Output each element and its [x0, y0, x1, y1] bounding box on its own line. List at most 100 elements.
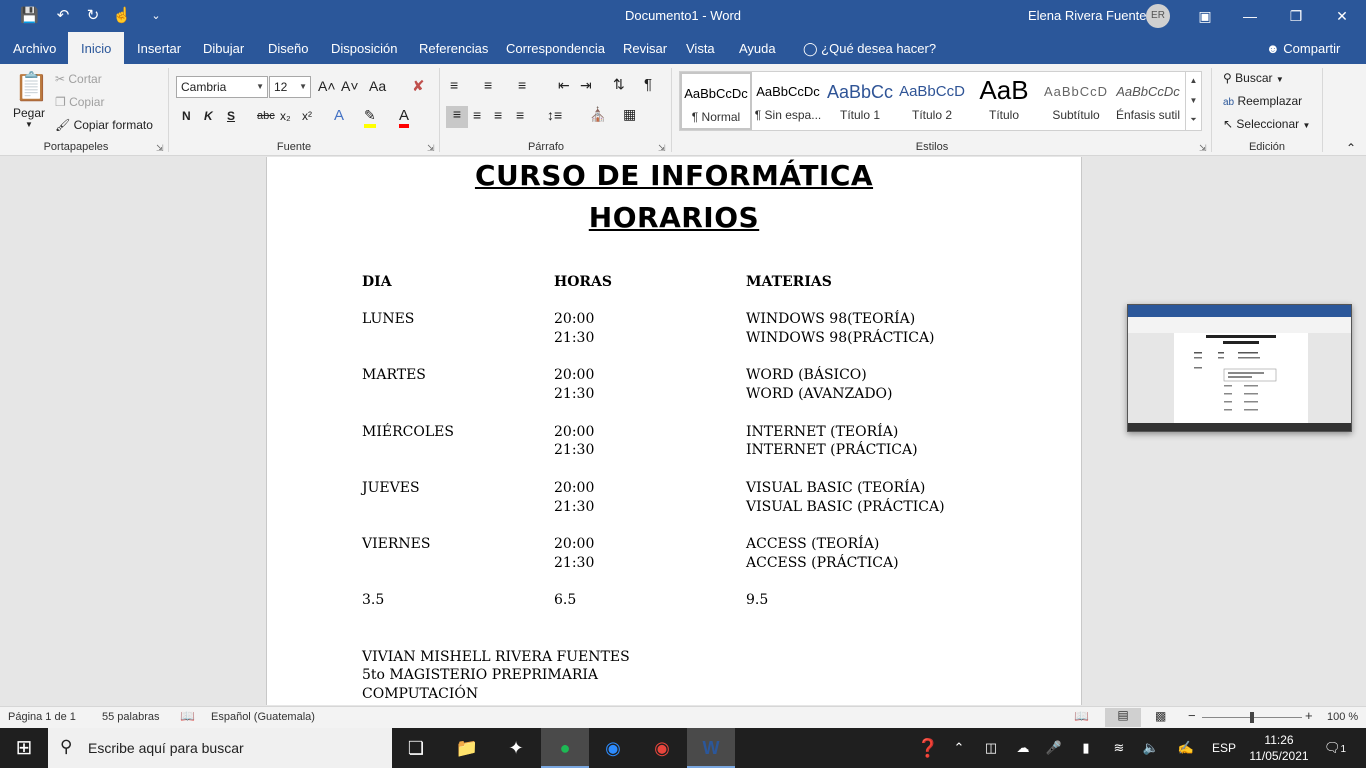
- styles-more-icon[interactable]: ⏷: [1186, 111, 1201, 129]
- bold-button[interactable]: N: [182, 109, 191, 123]
- onedrive-icon[interactable]: ☁: [1011, 728, 1035, 768]
- tab-diseno[interactable]: Diseño: [255, 32, 321, 64]
- web-layout-icon[interactable]: ▩: [1155, 709, 1166, 723]
- zoom-in-button[interactable]: +: [1305, 708, 1313, 723]
- zoom-level[interactable]: 100 %: [1327, 711, 1358, 723]
- numbering-icon[interactable]: ≡: [484, 77, 492, 93]
- tab-archivo[interactable]: Archivo: [0, 32, 69, 64]
- collapse-ribbon-icon[interactable]: ⌃: [1346, 141, 1356, 155]
- zoom-slider-thumb[interactable]: [1250, 712, 1254, 723]
- chrome-icon[interactable]: ◉: [638, 728, 686, 768]
- underline-button[interactable]: S: [227, 109, 235, 123]
- file-explorer-icon[interactable]: 📁: [443, 728, 491, 768]
- language-indicator[interactable]: Español (Guatemala): [211, 711, 315, 723]
- zoom-app-icon[interactable]: ◉: [589, 728, 637, 768]
- highlight-color-icon[interactable]: ✎: [364, 107, 376, 128]
- restore-button[interactable]: ❐: [1281, 4, 1311, 28]
- style-no-spacing[interactable]: AaBbCcDc ¶ Sin espa...: [752, 72, 824, 130]
- spotify-icon[interactable]: ●: [541, 728, 589, 768]
- document-page[interactable]: CURSO DE INFORMÁTICA HORARIOS DIA HORAS …: [266, 157, 1082, 705]
- tab-disposicion[interactable]: Disposición: [318, 32, 410, 64]
- battery-icon[interactable]: ▮: [1075, 728, 1097, 768]
- clipboard-launcher-icon[interactable]: ⇲: [156, 143, 164, 154]
- line-spacing-icon[interactable]: ↕≡: [547, 107, 562, 123]
- font-name-box[interactable]: Cambria ▼: [176, 76, 268, 98]
- bullets-icon[interactable]: ≡: [450, 77, 458, 93]
- close-button[interactable]: ✕: [1327, 4, 1357, 28]
- paste-dropdown-icon[interactable]: ▼: [25, 120, 33, 129]
- italic-button[interactable]: K: [204, 109, 213, 123]
- shrink-font-button[interactable]: A˅: [341, 78, 359, 94]
- style-heading-1[interactable]: AaBbCc Título 1: [824, 72, 896, 130]
- tab-referencias[interactable]: Referencias: [406, 32, 501, 64]
- tab-insertar[interactable]: Insertar: [124, 32, 194, 64]
- style-subtle-emphasis[interactable]: AaBbCcDc Énfasis sutil: [1112, 72, 1184, 130]
- show-marks-button[interactable]: ¶: [644, 76, 652, 93]
- word-count[interactable]: 55 palabras: [102, 711, 160, 723]
- find-button[interactable]: ⚲ Buscar ▼: [1223, 71, 1284, 85]
- device-icon[interactable]: ◫: [980, 728, 1002, 768]
- align-left-icon[interactable]: ≡: [446, 106, 468, 128]
- strikethrough-button[interactable]: abc: [257, 110, 275, 122]
- paragraph-launcher-icon[interactable]: ⇲: [658, 143, 666, 154]
- align-center-icon[interactable]: ≡: [473, 107, 481, 123]
- cut-button[interactable]: ✂ Cortar: [55, 72, 102, 86]
- input-language[interactable]: ESP: [1210, 728, 1238, 768]
- justify-icon[interactable]: ≡: [516, 107, 524, 123]
- align-right-icon[interactable]: ≡: [494, 107, 502, 123]
- scroll-up-icon[interactable]: ▲: [1186, 71, 1201, 91]
- volume-icon[interactable]: 🔈: [1140, 728, 1162, 768]
- style-normal[interactable]: AaBbCcDc ¶ Normal: [680, 72, 752, 130]
- task-view-icon[interactable]: ❏: [392, 728, 440, 768]
- multilevel-list-icon[interactable]: ≡: [518, 77, 526, 93]
- styles-launcher-icon[interactable]: ⇲: [1199, 143, 1207, 154]
- pen-workspace-icon[interactable]: ✍: [1175, 728, 1197, 768]
- proofing-icon[interactable]: 📖: [180, 709, 195, 723]
- change-case-button[interactable]: Aa: [369, 78, 386, 94]
- subscript-button[interactable]: x₂: [280, 109, 291, 123]
- tell-me-search[interactable]: ◯ ¿Qué desea hacer?: [790, 32, 949, 64]
- windows-start-icon[interactable]: ⊞: [0, 728, 48, 768]
- print-layout-icon[interactable]: ▤: [1105, 708, 1141, 727]
- chevron-up-icon[interactable]: ⌃: [948, 728, 970, 768]
- screenshot-thumbnail[interactable]: [1127, 304, 1352, 432]
- increase-indent-icon[interactable]: ⇥: [580, 77, 592, 94]
- style-heading-2[interactable]: AaBbCcD Título 2: [896, 72, 968, 130]
- microphone-icon[interactable]: 🎤: [1043, 728, 1065, 768]
- select-button[interactable]: ↖ Seleccionar ▼: [1223, 117, 1310, 131]
- user-name[interactable]: Elena Rivera Fuentes: [1028, 8, 1153, 23]
- word-app-icon[interactable]: W: [687, 728, 735, 768]
- borders-icon[interactable]: ▦: [623, 106, 636, 123]
- wifi-icon[interactable]: ≋: [1108, 728, 1130, 768]
- taskbar-search-box[interactable]: ⚲ Escribe aquí para buscar: [48, 728, 392, 768]
- ribbon-display-options-icon[interactable]: ▣: [1190, 4, 1220, 28]
- styles-scrollbar[interactable]: ▲ ▼ ⏷: [1185, 71, 1201, 131]
- zoom-out-button[interactable]: −: [1188, 708, 1196, 723]
- format-painter-button[interactable]: 🖌 Copiar formato: [55, 118, 153, 132]
- paste-button[interactable]: Pegar: [13, 106, 45, 120]
- tab-vista[interactable]: Vista: [673, 32, 728, 64]
- read-mode-icon[interactable]: 📖: [1074, 709, 1089, 723]
- share-button[interactable]: ☻ Compartir: [1266, 32, 1340, 64]
- sort-icon[interactable]: ⇅: [613, 76, 625, 93]
- tab-ayuda[interactable]: Ayuda: [726, 32, 789, 64]
- clear-formatting-icon[interactable]: ✘: [412, 77, 425, 95]
- clipboard-icon[interactable]: 📋: [14, 70, 49, 104]
- clock[interactable]: 11:26 11/05/2021: [1248, 728, 1310, 768]
- text-effects-button[interactable]: A: [334, 107, 344, 124]
- font-size-box[interactable]: 12 ▼: [269, 76, 311, 98]
- help-icon[interactable]: ❓: [914, 728, 942, 768]
- style-subtitle[interactable]: AaBbCcD Subtítulo: [1040, 72, 1112, 130]
- scroll-down-icon[interactable]: ▼: [1186, 91, 1201, 111]
- tab-correspondencia[interactable]: Correspondencia: [493, 32, 618, 64]
- copy-button[interactable]: ❐ Copiar: [55, 95, 104, 109]
- avatar[interactable]: ER: [1146, 4, 1170, 28]
- tab-revisar[interactable]: Revisar: [610, 32, 680, 64]
- decrease-indent-icon[interactable]: ⇤: [558, 77, 570, 94]
- style-title[interactable]: AaB Título: [968, 72, 1040, 130]
- grow-font-button[interactable]: A˄: [318, 78, 336, 94]
- notifications-icon[interactable]: 🗨1: [1320, 728, 1350, 768]
- minimize-button[interactable]: —: [1235, 4, 1265, 28]
- font-color-button[interactable]: A: [399, 107, 410, 128]
- pen-app-icon[interactable]: ✦: [492, 728, 540, 768]
